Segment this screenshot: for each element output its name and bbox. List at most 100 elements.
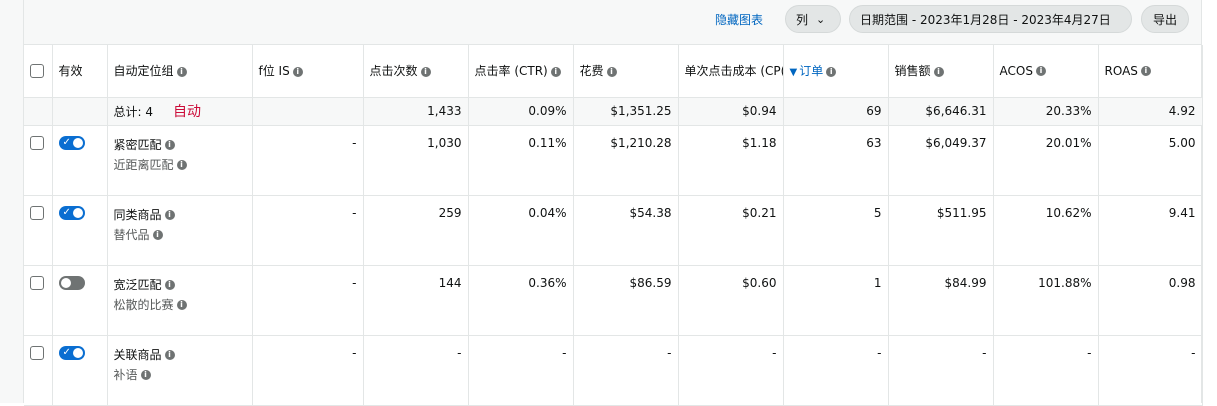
check-icon: ✓: [62, 207, 71, 218]
sales-cell: $511.95: [888, 195, 994, 266]
export-button[interactable]: 导出: [1141, 5, 1189, 33]
table-toolbar: 隐藏图表 列 ⌄ 日期范围 - 2023年1月28日 - 2023年4月27日 …: [24, 0, 1201, 45]
total-sales: $6,646.31: [888, 97, 994, 126]
select-all-cell: [24, 45, 53, 98]
header-cpc[interactable]: 单次点击成本 (CP(: [678, 45, 784, 98]
status-toggle[interactable]: ✓: [58, 346, 85, 360]
info-icon[interactable]: i: [164, 350, 175, 360]
sort-desc-icon: ▼: [789, 67, 798, 79]
check-icon: ✓: [62, 347, 71, 358]
total-empty-cell: [24, 97, 53, 126]
status-toggle[interactable]: ✓: [58, 206, 85, 220]
columns-button[interactable]: 列 ⌄: [785, 5, 841, 33]
info-icon[interactable]: i: [176, 160, 187, 170]
row-checkbox[interactable]: [30, 136, 44, 150]
info-icon[interactable]: i: [164, 210, 175, 220]
info-icon[interactable]: i: [826, 66, 837, 77]
roas-cell: 9.41: [1098, 195, 1203, 266]
info-icon[interactable]: i: [550, 66, 561, 77]
ctr-cell: 0.11%: [468, 125, 574, 196]
header-is[interactable]: f位 IS i: [252, 45, 364, 98]
info-icon[interactable]: i: [164, 280, 175, 290]
roas-cell: 0.98: [1098, 265, 1203, 336]
row-checkbox[interactable]: [30, 206, 44, 220]
info-icon[interactable]: i: [292, 66, 303, 77]
header-active: 有效: [52, 45, 108, 98]
row-toggle-cell: [52, 265, 108, 336]
cpc-cell: $0.21: [678, 195, 784, 266]
targeting-table: 有效 自动定位组 i f位 IS i 点击次数 i 点击率 (CTR) i 花费 i 单次…: [24, 45, 1203, 406]
row-toggle-cell: ✓: [52, 195, 108, 266]
header-group-label: 自动定位组: [113, 64, 174, 79]
header-roas[interactable]: ROAS i: [1098, 45, 1203, 98]
total-ctr: 0.09%: [468, 97, 574, 126]
columns-label: 列: [796, 12, 809, 27]
header-sales[interactable]: 销售额 i: [888, 45, 994, 98]
row-select-cell: [24, 335, 53, 406]
status-toggle[interactable]: [58, 276, 85, 290]
table-row: ✓ 关联商品 i 补语 i - - - - - - - - -: [24, 335, 1203, 406]
clicks-cell: 1,030: [363, 125, 469, 196]
chevron-down-icon: ⌄: [816, 12, 826, 26]
group-subname: 近距离匹配: [113, 157, 174, 172]
orders-cell: 5: [783, 195, 889, 266]
status-toggle[interactable]: ✓: [58, 136, 85, 150]
header-clicks-label: 点击次数: [369, 64, 418, 79]
total-spend: $1,351.25: [573, 97, 679, 126]
group-cell: 同类商品 i 替代品 i: [107, 195, 253, 266]
spend-cell: $54.38: [573, 195, 679, 266]
hide-chart-link[interactable]: 隐藏图表: [715, 11, 763, 28]
group-subname: 松散的比赛: [113, 297, 174, 312]
table-row: ✓ 同类商品 i 替代品 i - 259 0.04% $54.38 $0.21 5 $…: [24, 195, 1203, 266]
spend-cell: $1,210.28: [573, 125, 679, 196]
header-acos-label: ACOS: [999, 63, 1033, 78]
header-spend-label: 花费: [579, 64, 604, 79]
group-cell: 关联商品 i 补语 i: [107, 335, 253, 406]
header-roas-label: ROAS: [1104, 63, 1138, 78]
cpc-cell: $0.60: [678, 265, 784, 336]
total-roas: 4.92: [1098, 97, 1203, 126]
info-icon[interactable]: i: [606, 66, 617, 77]
total-label-cell: 总计: 4 自动: [107, 97, 253, 126]
total-is: [252, 97, 364, 126]
header-group[interactable]: 自动定位组 i: [107, 45, 253, 98]
orders-cell: -: [783, 335, 889, 406]
total-cpc: $0.94: [678, 97, 784, 126]
header-cpc-label: 单次点击成本 (CP(: [684, 64, 783, 79]
group-name: 关联商品: [113, 347, 162, 362]
clicks-cell: 259: [363, 195, 469, 266]
group-cell: 宽泛匹配 i 松散的比赛 i: [107, 265, 253, 336]
info-icon[interactable]: i: [176, 300, 187, 310]
export-label: 导出: [1152, 12, 1177, 27]
row-checkbox[interactable]: [30, 346, 44, 360]
header-clicks[interactable]: 点击次数 i: [363, 45, 469, 98]
is-cell: -: [252, 265, 364, 336]
is-cell: -: [252, 195, 364, 266]
info-icon[interactable]: i: [152, 230, 163, 240]
date-range-button[interactable]: 日期范围 - 2023年1月28日 - 2023年4月27日: [849, 5, 1132, 33]
header-is-label: f位 IS: [258, 64, 290, 79]
info-icon[interactable]: i: [164, 140, 175, 150]
select-all-checkbox[interactable]: [30, 64, 44, 78]
header-spend[interactable]: 花费 i: [573, 45, 679, 98]
is-cell: -: [252, 125, 364, 196]
group-subname: 替代品: [113, 227, 150, 242]
header-active-label: 有效: [58, 64, 83, 79]
info-icon[interactable]: i: [140, 370, 151, 380]
header-acos[interactable]: ACOS i: [993, 45, 1099, 98]
info-icon[interactable]: i: [1035, 66, 1046, 77]
row-checkbox[interactable]: [30, 276, 44, 290]
acos-cell: 20.01%: [993, 125, 1099, 196]
total-acos: 20.33%: [993, 97, 1099, 126]
header-orders[interactable]: ▼ 订单 i: [783, 45, 889, 98]
date-range-label: 日期范围 - 2023年1月28日 - 2023年4月27日: [860, 12, 1111, 27]
info-icon[interactable]: i: [176, 66, 187, 77]
total-row: 总计: 4 自动 1,433 0.09% $1,351.25 $0.94 69 $…: [24, 97, 1203, 126]
header-sales-label: 销售额: [894, 64, 931, 79]
row-select-cell: [24, 195, 53, 266]
info-icon[interactable]: i: [933, 66, 944, 77]
info-icon[interactable]: i: [1140, 66, 1151, 77]
header-ctr[interactable]: 点击率 (CTR) i: [468, 45, 574, 98]
group-name: 宽泛匹配: [113, 277, 162, 292]
info-icon[interactable]: i: [420, 66, 431, 77]
